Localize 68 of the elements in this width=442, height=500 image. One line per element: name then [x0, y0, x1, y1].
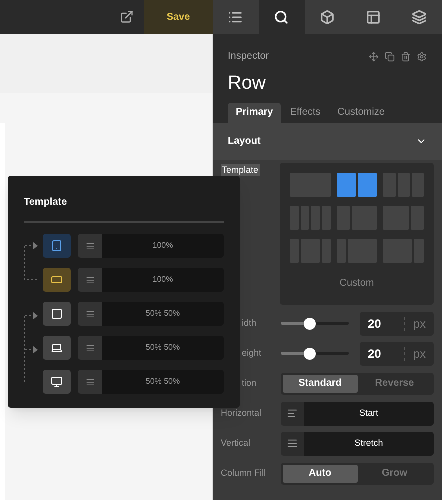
lines-icon — [86, 378, 94, 386]
layout-option[interactable] — [336, 172, 378, 196]
external-link-icon[interactable] — [120, 10, 134, 24]
toolbar-tab[interactable] — [304, 0, 350, 34]
segment-button[interactable]: Standard — [283, 374, 358, 392]
field-label: tion — [241, 376, 257, 390]
value-text: 20 — [368, 346, 382, 362]
field-label: Template — [221, 164, 260, 176]
device-button[interactable] — [43, 234, 71, 258]
layout-icon — [366, 10, 381, 24]
inspector-tab[interactable]: Effects — [282, 102, 329, 122]
layers-icon — [412, 10, 427, 24]
alignment-icon — [287, 438, 298, 449]
alignment-icon — [287, 408, 298, 419]
column-widths-field[interactable]: 50% 50% — [102, 302, 224, 326]
custom-button[interactable]: Custom — [290, 276, 424, 290]
device-button[interactable] — [43, 370, 71, 394]
number-field[interactable]: 20 px — [360, 342, 434, 366]
grid-settings-button[interactable] — [78, 268, 102, 292]
lines-icon — [86, 242, 94, 250]
grid-settings-button[interactable] — [78, 302, 102, 326]
search-icon — [274, 10, 290, 24]
grid-settings-button[interactable] — [78, 370, 102, 394]
settings-icon[interactable] — [417, 52, 427, 62]
slider[interactable] — [281, 346, 349, 360]
copy-icon[interactable] — [385, 52, 395, 62]
trash-icon[interactable] — [401, 52, 411, 62]
number-field[interactable]: 20 px — [360, 312, 434, 336]
device-button[interactable] — [43, 336, 71, 360]
column-widths-field[interactable]: 50% 50% — [102, 370, 224, 394]
tablet-icon — [51, 240, 63, 252]
inspector-tab[interactable]: Primary — [228, 102, 282, 122]
laptop-icon — [51, 342, 63, 354]
field-label: idth — [241, 316, 257, 330]
field-label: eight — [241, 346, 262, 360]
slider[interactable] — [281, 316, 349, 330]
column-widths-field[interactable]: 100% — [102, 268, 224, 292]
dropdown[interactable]: Start — [304, 402, 434, 426]
unit-text: px — [413, 346, 426, 362]
cube-icon — [320, 10, 335, 24]
device-button[interactable] — [43, 302, 71, 326]
lines-icon — [86, 310, 94, 318]
rectangle-icon — [51, 274, 63, 286]
monitor-icon — [51, 376, 63, 388]
field-label: Vertical — [221, 436, 251, 450]
device-button[interactable] — [43, 268, 71, 292]
field-label: Horizontal — [221, 406, 262, 420]
segment-button[interactable]: Auto — [283, 464, 358, 482]
column-widths-field[interactable]: 50% 50% — [102, 336, 224, 360]
grid-settings-button[interactable] — [78, 234, 102, 258]
popup-title: Template — [24, 196, 68, 210]
save-button[interactable]: Save — [144, 0, 213, 34]
dropdown[interactable]: Stretch — [304, 432, 434, 456]
section-header[interactable]: Layout — [213, 122, 442, 160]
value-text: 20 — [368, 316, 382, 332]
inspector-tab[interactable]: Customize — [330, 102, 393, 122]
field-label: Column Fill — [221, 466, 266, 480]
toolbar-tab[interactable] — [396, 0, 442, 34]
element-title: Row — [228, 72, 268, 96]
lines-icon — [86, 276, 94, 284]
square-icon — [51, 308, 63, 320]
list-icon — [228, 10, 244, 24]
move-icon[interactable] — [369, 52, 379, 62]
lines-icon — [86, 344, 94, 352]
grid-settings-button[interactable] — [78, 336, 102, 360]
unit-text: px — [413, 316, 426, 332]
column-widths-field[interactable]: 100% — [102, 234, 224, 258]
inspector-label: Inspector — [228, 50, 270, 64]
